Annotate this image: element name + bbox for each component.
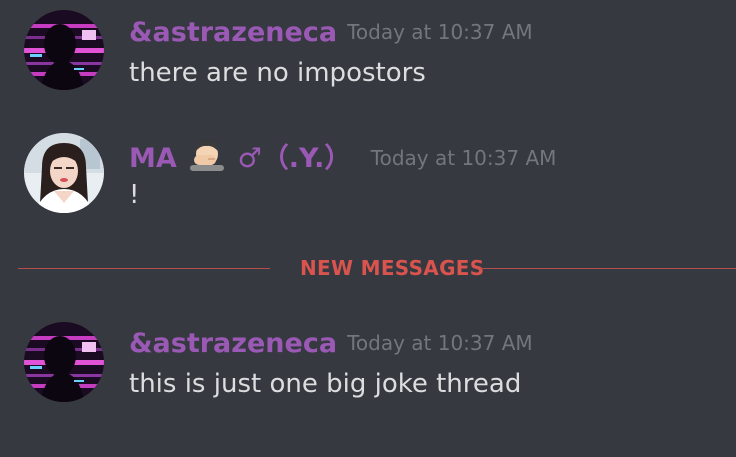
message-author[interactable]: MA ♂（.Y.） Today at 10:37 AM — [129, 139, 556, 179]
chat-messages: &astrazeneca Today at 10:37 AM there are … — [0, 0, 736, 457]
anime-glitch-avatar-icon — [24, 322, 104, 402]
message-content: ! — [129, 180, 140, 210]
username-prefix[interactable]: MA — [129, 143, 177, 174]
message-author[interactable]: &astrazeneca Today at 10:37 AM — [129, 16, 533, 49]
anime-glitch-avatar-icon — [24, 10, 104, 90]
username[interactable]: MA ♂（.Y.） — [129, 141, 361, 174]
message-content: there are no impostors — [129, 58, 426, 88]
woman-photo-avatar-icon — [24, 133, 104, 213]
divider-line-right — [480, 268, 736, 269]
username[interactable]: &astrazeneca — [129, 17, 337, 48]
username-suffix[interactable]: ♂（.Y.） — [238, 143, 352, 174]
message-timestamp: Today at 10:37 AM — [370, 146, 557, 170]
message-content: this is just one big joke thread — [129, 369, 522, 399]
message-author[interactable]: &astrazeneca Today at 10:37 AM — [129, 327, 533, 360]
new-messages-label: NEW MESSAGES — [286, 256, 499, 280]
username[interactable]: &astrazeneca — [129, 328, 337, 359]
message-timestamp: Today at 10:37 AM — [347, 331, 533, 355]
message-timestamp: Today at 10:37 AM — [347, 20, 533, 44]
man-facepalming-emoji-icon — [190, 139, 225, 179]
divider-line-left — [18, 268, 270, 269]
new-messages-divider: NEW MESSAGES — [18, 256, 736, 280]
avatar[interactable] — [24, 10, 104, 90]
avatar[interactable] — [24, 322, 104, 402]
avatar[interactable] — [24, 133, 104, 213]
